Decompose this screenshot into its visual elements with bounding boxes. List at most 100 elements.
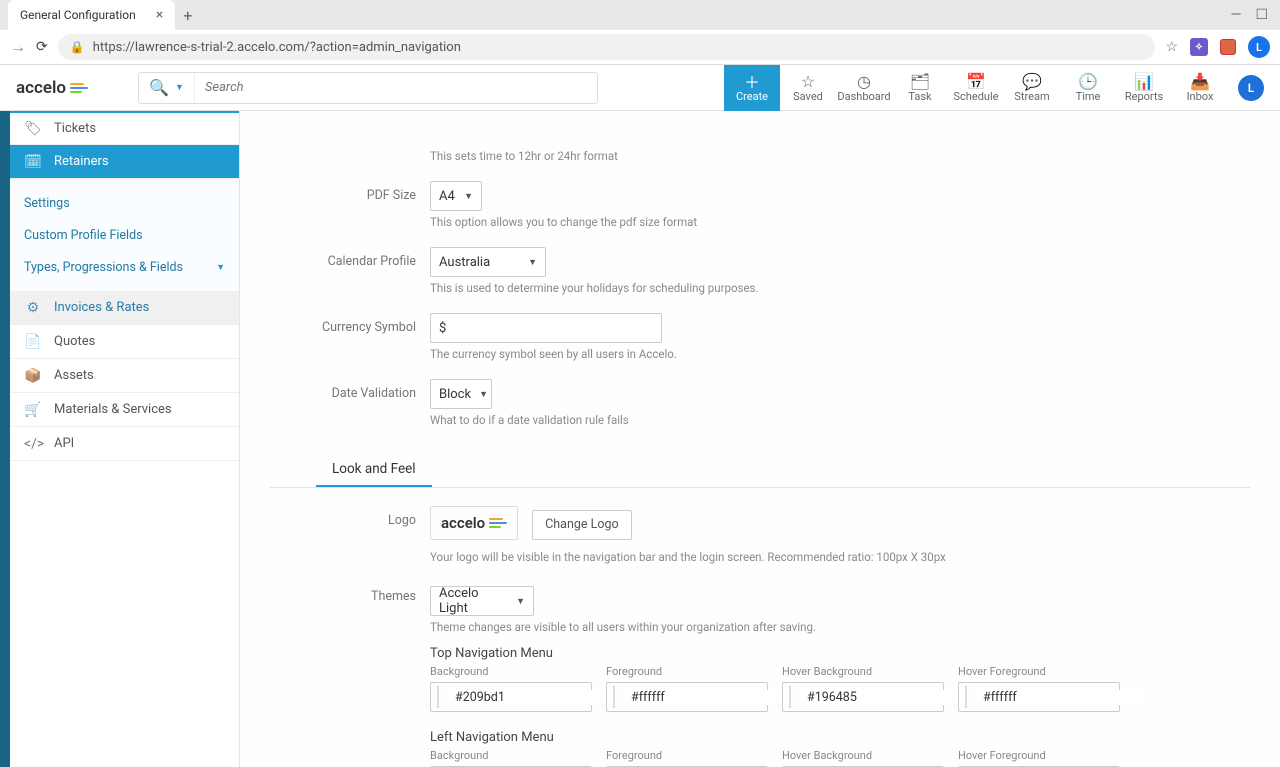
star-icon: ☆ bbox=[801, 72, 815, 90]
logo-help: Your logo will be visible in the navigat… bbox=[430, 550, 1250, 564]
chevron-down-icon: ▼ bbox=[175, 82, 184, 93]
pdf-size-label: PDF Size bbox=[270, 181, 430, 203]
themes-help: Theme changes are visible to all users w… bbox=[430, 620, 1250, 634]
fg-label: Foreground bbox=[606, 749, 768, 762]
user-avatar[interactable]: L bbox=[1238, 75, 1264, 101]
stream-icon: 💬 bbox=[1022, 72, 1042, 90]
briefcase-icon: 🗂 bbox=[910, 72, 930, 90]
currency-symbol-input[interactable] bbox=[430, 313, 662, 343]
currency-symbol-help: The currency symbol seen by all users in… bbox=[430, 347, 1250, 361]
extension-icon[interactable]: ✧ bbox=[1190, 38, 1208, 56]
leftnav-menu-title: Left Navigation Menu bbox=[430, 730, 1250, 745]
hex-input[interactable] bbox=[445, 690, 614, 705]
sidebar-sub-types[interactable]: Types, Progressions & Fields ▼ bbox=[10, 251, 239, 283]
color-swatch[interactable] bbox=[965, 686, 967, 708]
calendar-profile-select[interactable]: Australia▼ bbox=[430, 247, 546, 277]
chevron-down-icon: ▼ bbox=[479, 389, 488, 400]
extension-icon[interactable] bbox=[1220, 39, 1236, 55]
sidebar-item-quotes[interactable]: 📄 Quotes bbox=[10, 325, 239, 359]
hex-input[interactable] bbox=[797, 690, 966, 705]
topnav-menu-title: Top Navigation Menu bbox=[430, 646, 1250, 661]
logo[interactable]: accelo bbox=[16, 78, 88, 98]
browser-avatar[interactable]: L bbox=[1248, 36, 1270, 58]
calendar-icon: 📅 bbox=[966, 72, 986, 90]
date-validation-select[interactable]: Block▼ bbox=[430, 379, 492, 409]
nav-dashboard[interactable]: ◷Dashboard bbox=[836, 65, 892, 111]
sidebar-item-materials[interactable]: 🛒 Materials & Services bbox=[10, 393, 239, 427]
window-controls: — ☐ bbox=[1231, 7, 1280, 23]
create-button[interactable]: ＋Create bbox=[724, 65, 780, 111]
color-swatch[interactable] bbox=[437, 686, 439, 708]
nav-task[interactable]: 🗂Task bbox=[892, 65, 948, 111]
inbox-icon: 📥 bbox=[1190, 72, 1210, 90]
calendar-profile-label: Calendar Profile bbox=[270, 247, 430, 269]
date-validation-help: What to do if a date validation rule fai… bbox=[430, 413, 1250, 427]
asset-icon: 📦 bbox=[24, 368, 42, 384]
topnav-bg-input[interactable] bbox=[430, 682, 592, 712]
browser-tab[interactable]: General Configuration × bbox=[8, 0, 175, 30]
topnav-hbg-input[interactable] bbox=[782, 682, 944, 712]
sidebar-item-invoices[interactable]: ⚙ Invoices & Rates bbox=[10, 291, 239, 325]
color-swatch[interactable] bbox=[789, 686, 791, 708]
themes-select[interactable]: Accelo Light▼ bbox=[430, 586, 534, 616]
leftnav-colors: Background Foreground bbox=[430, 749, 1250, 767]
nav-reports[interactable]: 📊Reports bbox=[1116, 65, 1172, 111]
nav-time[interactable]: 🕒Time bbox=[1060, 65, 1116, 111]
hfg-label: Hover Foreground bbox=[958, 749, 1120, 762]
main-content: This sets time to 12hr or 24hr format PD… bbox=[240, 111, 1280, 767]
topbar: accelo 🔍 ▼ ＋Create ☆Saved ◷Dashboard 🗂Ta… bbox=[0, 65, 1280, 111]
url-text: https://lawrence-s-trial-2.accelo.com/?a… bbox=[93, 40, 461, 55]
hbg-label: Hover Background bbox=[782, 749, 944, 762]
forward-icon[interactable]: → bbox=[10, 37, 26, 57]
color-swatch[interactable] bbox=[613, 686, 615, 708]
logo-label: Logo bbox=[270, 506, 430, 528]
pdf-size-select[interactable]: A4▼ bbox=[430, 181, 482, 211]
chevron-down-icon: ▼ bbox=[528, 257, 537, 268]
bg-label: Background bbox=[430, 749, 592, 762]
sidebar: 🏷 Tickets 🗓 Retainers Settings Custom Pr… bbox=[10, 111, 240, 767]
minimize-icon[interactable]: — bbox=[1231, 7, 1242, 23]
change-logo-button[interactable]: Change Logo bbox=[532, 510, 631, 540]
sidebar-item-assets[interactable]: 📦 Assets bbox=[10, 359, 239, 393]
nav-saved[interactable]: ☆Saved bbox=[780, 65, 836, 111]
chevron-down-icon: ▼ bbox=[216, 262, 225, 273]
chart-icon: 📊 bbox=[1134, 72, 1154, 90]
sidebar-sub-custom-profile[interactable]: Custom Profile Fields bbox=[10, 219, 239, 251]
sidebar-item-tickets[interactable]: 🏷 Tickets bbox=[10, 111, 239, 145]
currency-symbol-label: Currency Symbol bbox=[270, 313, 430, 335]
left-rail bbox=[0, 111, 10, 767]
nav-stream[interactable]: 💬Stream bbox=[1004, 65, 1060, 111]
reload-icon[interactable]: ⟳ bbox=[36, 39, 48, 55]
nav-schedule[interactable]: 📅Schedule bbox=[948, 65, 1004, 111]
quote-icon: 📄 bbox=[24, 334, 42, 350]
topnav-hfg-input[interactable] bbox=[958, 682, 1120, 712]
sidebar-item-api[interactable]: </> API bbox=[10, 427, 239, 461]
search-scope-dropdown[interactable]: 🔍 ▼ bbox=[139, 73, 195, 103]
search-input[interactable] bbox=[195, 80, 597, 95]
ticket-icon: 🏷 bbox=[24, 121, 42, 137]
logo-preview: accelo bbox=[430, 506, 518, 540]
hex-input[interactable] bbox=[973, 690, 1142, 705]
bookmark-icon[interactable]: ☆ bbox=[1165, 39, 1178, 55]
gauge-icon: ◷ bbox=[857, 72, 871, 90]
calendar-profile-help: This is used to determine your holidays … bbox=[430, 281, 1250, 295]
maximize-icon[interactable]: ☐ bbox=[1255, 7, 1268, 23]
sidebar-item-retainers[interactable]: 🗓 Retainers bbox=[10, 145, 239, 179]
clock-icon: 🕒 bbox=[1078, 72, 1098, 90]
chevron-down-icon: ▼ bbox=[516, 596, 525, 607]
search-box: 🔍 ▼ bbox=[138, 72, 598, 104]
sidebar-sub-settings[interactable]: Settings bbox=[10, 187, 239, 219]
nav-inbox[interactable]: 📥Inbox bbox=[1172, 65, 1228, 111]
logo-bars-icon bbox=[70, 83, 88, 93]
topnav-fg-input[interactable] bbox=[606, 682, 768, 712]
section-head: Look and Feel bbox=[270, 453, 1250, 488]
new-tab-button[interactable]: + bbox=[183, 6, 192, 25]
tab-title: General Configuration bbox=[20, 8, 136, 22]
hfg-label: Hover Foreground bbox=[958, 665, 1120, 678]
invoice-icon: ⚙ bbox=[24, 300, 42, 316]
hex-input[interactable] bbox=[621, 690, 790, 705]
logo-text: accelo bbox=[16, 78, 66, 98]
url-box[interactable]: 🔒 https://lawrence-s-trial-2.accelo.com/… bbox=[58, 34, 1156, 60]
close-icon[interactable]: × bbox=[156, 7, 163, 23]
search-icon: 🔍 bbox=[149, 78, 169, 97]
